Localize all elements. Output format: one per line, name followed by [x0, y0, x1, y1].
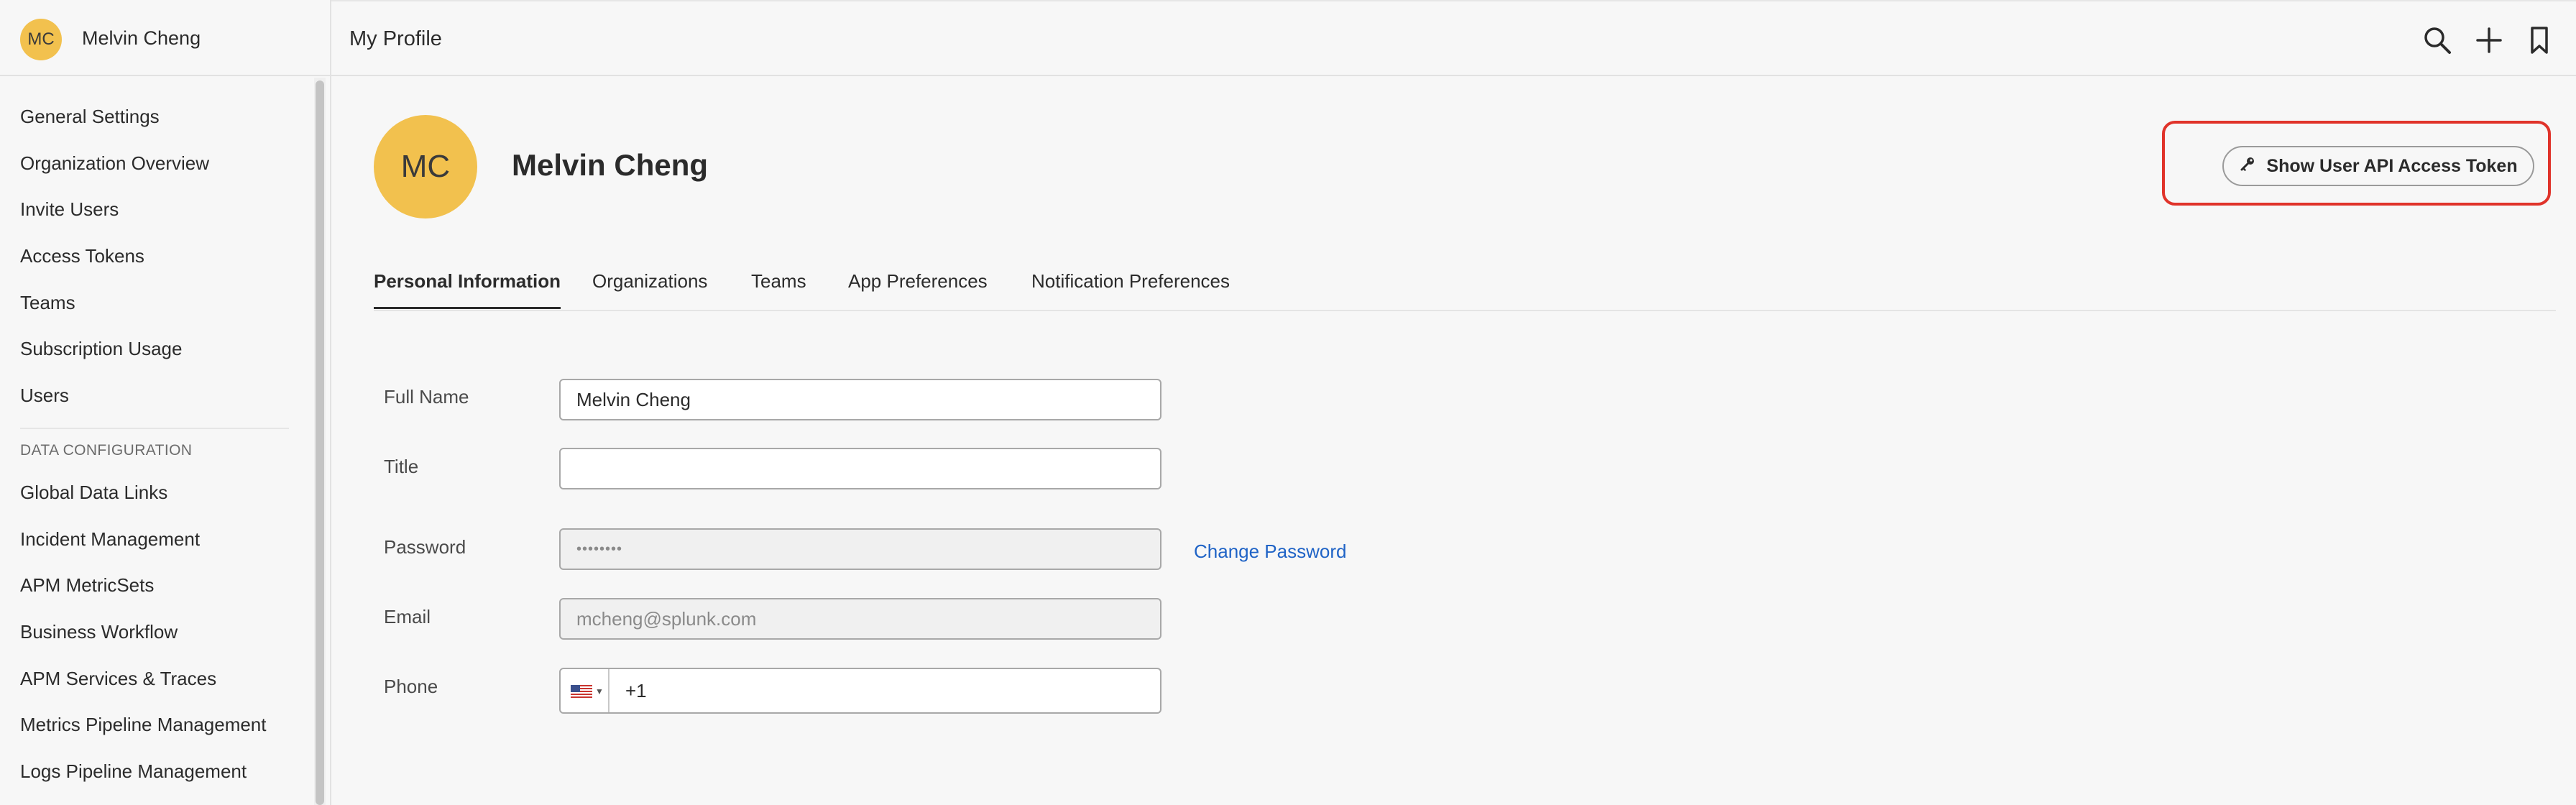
sidebar-item-metrics-pipeline-management[interactable]: Metrics Pipeline Management [0, 702, 309, 748]
full-name-input[interactable]: Melvin Cheng [559, 379, 1162, 420]
avatar[interactable]: MC [20, 19, 62, 60]
sidebar-item-incident-management[interactable]: Incident Management [0, 516, 309, 563]
page-title: My Profile [349, 27, 442, 50]
bookmark-icon[interactable] [2524, 24, 2555, 56]
password-input: •••••••• [559, 528, 1162, 570]
sidebar-item-subscription-usage[interactable]: Subscription Usage [0, 326, 309, 372]
us-flag-icon [571, 685, 592, 698]
sidebar-item-access-tokens[interactable]: Access Tokens [0, 233, 309, 280]
sidebar-item-general-settings[interactable]: General Settings [0, 93, 309, 140]
sidebar-nav: General Settings Organization Overview I… [0, 93, 309, 795]
phone-field: ▼ +1 [559, 668, 1162, 714]
top-bar: My Profile [331, 0, 2576, 76]
sidebar: MC Melvin Cheng General Settings Organiz… [0, 0, 331, 805]
title-input[interactable] [559, 448, 1162, 489]
phone-label: Phone [384, 676, 438, 697]
sidebar-item-apm-metricsets[interactable]: APM MetricSets [0, 562, 309, 609]
show-api-token-button[interactable]: Show User API Access Token [2222, 146, 2534, 186]
sidebar-item-organization-overview[interactable]: Organization Overview [0, 140, 309, 187]
plus-icon[interactable] [2473, 24, 2505, 56]
sidebar-item-business-workflow[interactable]: Business Workflow [0, 609, 309, 656]
title-label: Title [384, 456, 419, 477]
key-icon [2239, 155, 2256, 178]
tab-organizations[interactable]: Organizations [592, 270, 707, 307]
change-password-link[interactable]: Change Password [1194, 540, 1346, 563]
sidebar-item-users[interactable]: Users [0, 372, 309, 419]
email-input: mcheng@splunk.com [559, 598, 1162, 640]
phone-input[interactable]: +1 [625, 669, 647, 712]
sidebar-item-invite-users[interactable]: Invite Users [0, 186, 309, 233]
sidebar-item-apm-services-traces[interactable]: APM Services & Traces [0, 656, 309, 702]
full-name-label: Full Name [384, 386, 469, 408]
caret-down-icon: ▼ [595, 686, 604, 696]
search-icon[interactable] [2421, 24, 2453, 56]
profile-tabs: Personal Information Organizations Teams… [374, 250, 2556, 311]
tab-personal-information[interactable]: Personal Information [374, 270, 561, 309]
sidebar-scrollbar[interactable] [314, 78, 326, 805]
sidebar-item-logs-pipeline-management[interactable]: Logs Pipeline Management [0, 748, 309, 795]
sidebar-header[interactable]: MC Melvin Cheng [0, 0, 330, 76]
tab-teams[interactable]: Teams [751, 270, 806, 307]
sidebar-item-teams[interactable]: Teams [0, 280, 309, 326]
email-label: Email [384, 606, 431, 627]
sidebar-item-global-data-links[interactable]: Global Data Links [0, 469, 309, 516]
country-selector[interactable]: ▼ [561, 669, 610, 712]
password-label: Password [384, 536, 466, 558]
scrollbar-thumb[interactable] [316, 80, 324, 805]
sidebar-section-header: DATA CONFIGURATION [20, 441, 193, 459]
profile-name: Melvin Cheng [512, 148, 709, 182]
sidebar-user-name[interactable]: Melvin Cheng [82, 27, 201, 50]
tab-app-preferences[interactable]: App Preferences [848, 270, 988, 307]
profile-avatar: MC [374, 115, 477, 218]
tab-notification-preferences[interactable]: Notification Preferences [1031, 270, 1230, 307]
show-api-token-label: Show User API Access Token [2266, 155, 2518, 176]
